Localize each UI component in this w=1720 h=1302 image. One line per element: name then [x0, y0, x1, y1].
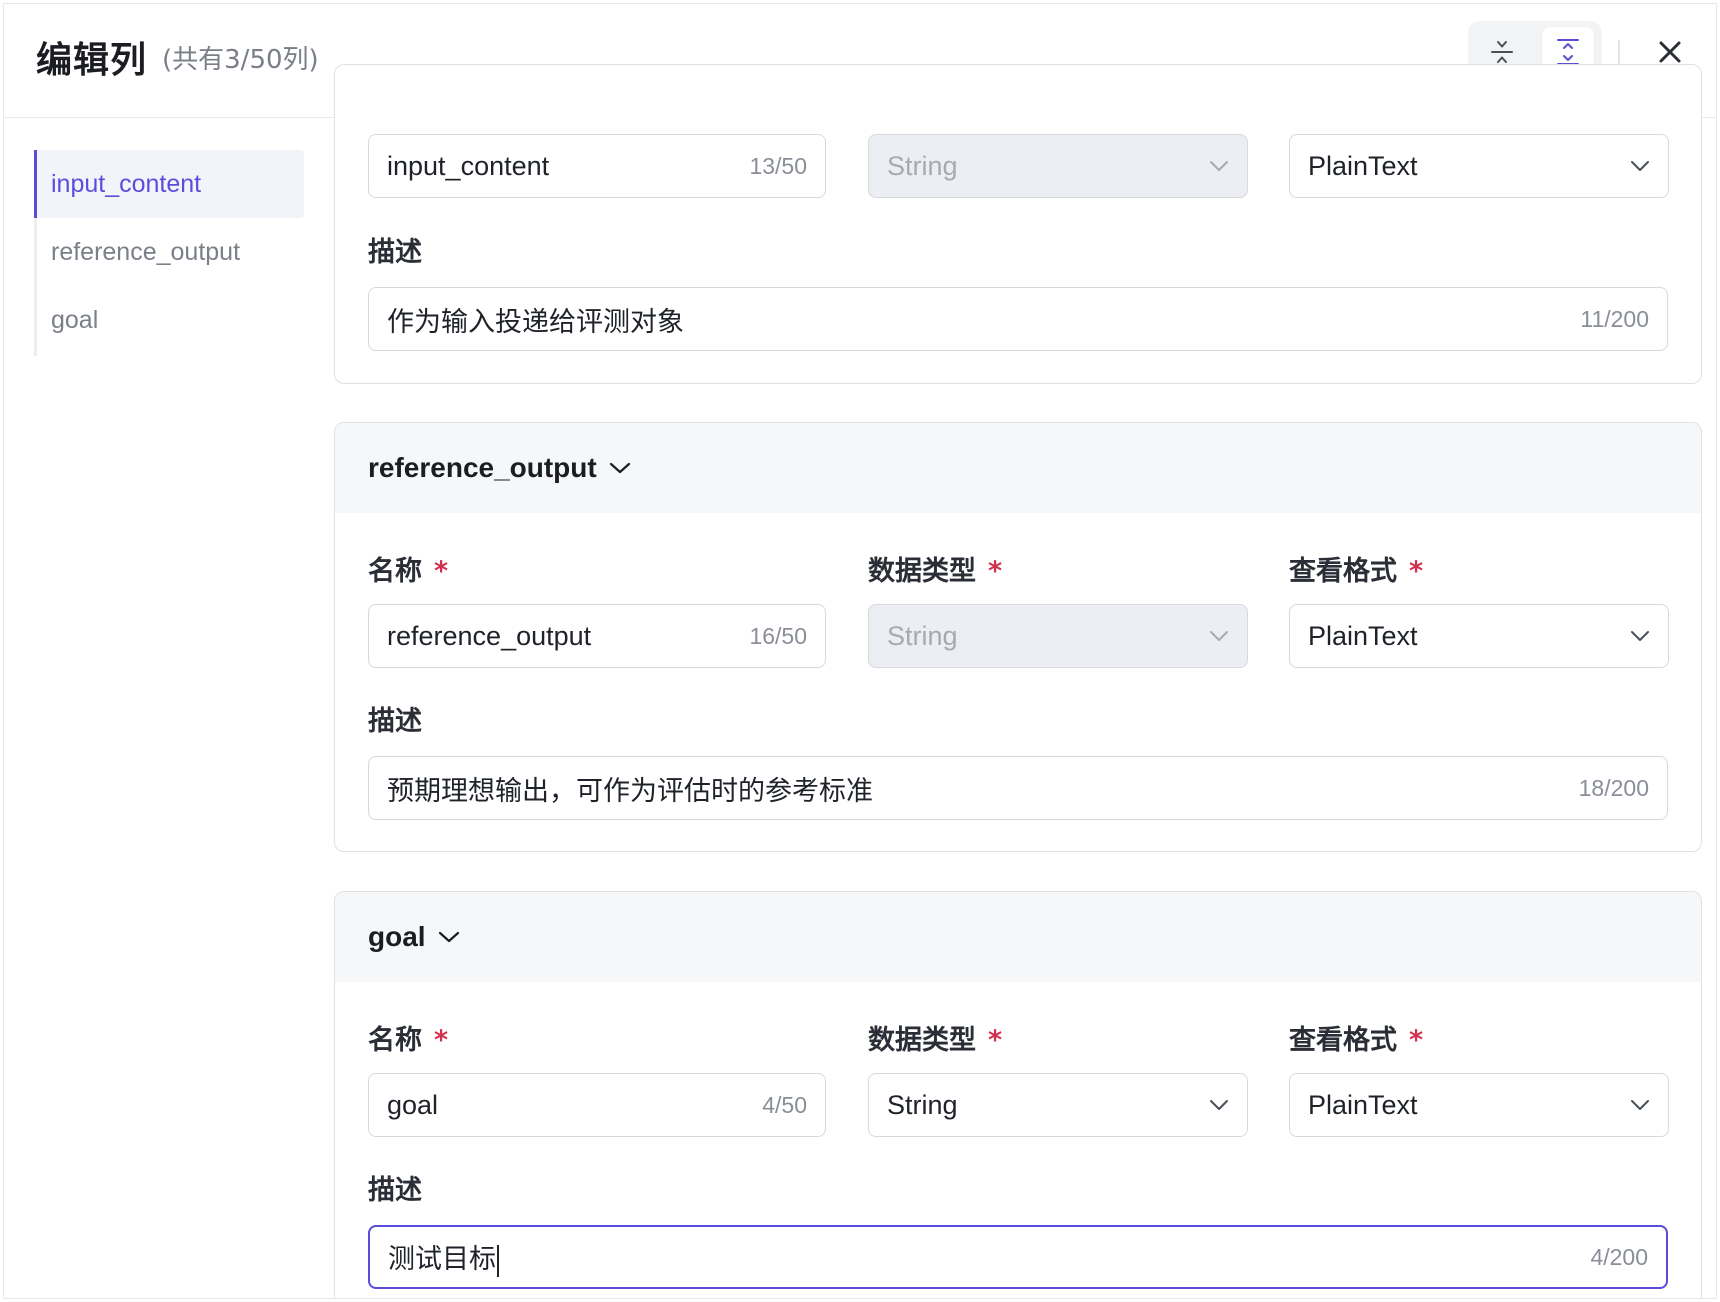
view-format-select[interactable]: PlainText	[1289, 604, 1669, 668]
description-value: 测试目标	[388, 1244, 496, 1276]
view-format-value: PlainText	[1308, 620, 1418, 651]
char-count: 4/50	[762, 1091, 807, 1118]
data-type-label-text: 数据类型	[868, 556, 976, 587]
required-mark: *	[988, 556, 1003, 587]
card-title: goal	[368, 921, 426, 952]
data-type-value: String	[887, 150, 958, 181]
close-icon	[1659, 41, 1681, 63]
column-card-reference-output: reference_output 名称 * 数据类型 * 查看格式 * referen…	[334, 422, 1702, 852]
char-count: 18/200	[1578, 774, 1649, 801]
data-type-value: String	[887, 1089, 958, 1120]
chevron-down-icon	[1630, 1099, 1650, 1111]
char-count: 4/200	[1590, 1243, 1648, 1270]
description-input[interactable]: 测试目标 4/200	[368, 1225, 1668, 1289]
required-mark: *	[434, 556, 449, 587]
description-label: 描述	[368, 1175, 422, 1206]
data-type-label-text: 数据类型	[868, 1025, 976, 1056]
required-mark: *	[1409, 1025, 1424, 1056]
chevron-down-icon	[609, 461, 631, 475]
column-count: (共有3/50列)	[162, 45, 319, 75]
description-input[interactable]: 预期理想输出，可作为评估时的参考标准 18/200	[368, 756, 1668, 820]
view-format-label-text: 查看格式	[1289, 1025, 1397, 1056]
data-type-select[interactable]: String	[868, 604, 1248, 668]
chevron-down-icon	[1209, 630, 1229, 642]
view-format-label: 查看格式 *	[1289, 549, 1423, 588]
name-value: reference_output	[387, 620, 592, 651]
name-value: goal	[387, 1089, 439, 1120]
description-value-wrap: 测试目标	[388, 1237, 1580, 1277]
edit-columns-dialog: 编辑列 (共有3/50列) input_content reference_ou…	[3, 3, 1717, 1299]
view-format-label: 查看格式 *	[1289, 1018, 1423, 1057]
view-format-select[interactable]: PlainText	[1289, 1073, 1669, 1137]
data-type-value: String	[887, 620, 958, 651]
view-format-label-text: 查看格式	[1289, 556, 1397, 587]
card-title: reference_output	[368, 452, 597, 483]
description-value: 预期理想输出，可作为评估时的参考标准	[387, 775, 873, 807]
chevron-down-icon	[1209, 1099, 1229, 1111]
view-format-value: PlainText	[1308, 1089, 1418, 1120]
nav-item-reference-output[interactable]: reference_output	[34, 218, 304, 286]
expand-all-icon	[1557, 39, 1579, 65]
description-label: 描述	[368, 237, 422, 268]
required-mark: *	[434, 1025, 449, 1056]
dialog-title: 编辑列	[36, 40, 148, 81]
name-input[interactable]: input_content 13/50	[368, 134, 826, 198]
text-caret	[497, 1244, 499, 1277]
char-count: 11/200	[1580, 305, 1649, 332]
char-count: 13/50	[749, 152, 807, 179]
data-type-label: 数据类型 *	[868, 1018, 1002, 1057]
card-header[interactable]: reference_output	[335, 423, 1701, 513]
header-divider	[1618, 40, 1620, 66]
data-type-label: 数据类型 *	[868, 549, 1002, 588]
chevron-down-icon	[1209, 160, 1229, 172]
required-mark: *	[988, 1025, 1003, 1056]
name-label-text: 名称	[368, 1025, 422, 1056]
name-value: input_content	[387, 150, 550, 181]
name-input[interactable]: reference_output 16/50	[368, 604, 826, 668]
name-label: 名称 *	[368, 1018, 448, 1057]
char-count: 16/50	[749, 622, 807, 649]
description-value: 作为输入投递给评测对象	[387, 306, 684, 338]
required-mark: *	[1409, 556, 1424, 587]
name-input[interactable]: goal 4/50	[368, 1073, 826, 1137]
view-format-select[interactable]: PlainText	[1289, 134, 1669, 198]
name-label: 名称 *	[368, 549, 448, 588]
column-anchor-nav: input_content reference_output goal	[34, 150, 304, 356]
view-format-value: PlainText	[1308, 150, 1418, 181]
chevron-down-icon	[1630, 630, 1650, 642]
data-type-select[interactable]: String	[868, 134, 1248, 198]
nav-item-goal[interactable]: goal	[34, 286, 304, 354]
description-label: 描述	[368, 706, 422, 737]
chevron-down-icon	[1630, 160, 1650, 172]
column-card-goal: goal 名称 * 数据类型 * 查看格式 * goal 4/50 String Pl…	[334, 891, 1702, 1298]
card-header[interactable]: goal	[335, 892, 1701, 982]
name-label-text: 名称	[368, 556, 422, 587]
description-input[interactable]: 作为输入投递给评测对象 11/200	[368, 287, 1668, 351]
nav-item-input-content[interactable]: input_content	[34, 150, 304, 218]
collapse-all-icon	[1491, 41, 1513, 63]
data-type-select[interactable]: String	[868, 1073, 1248, 1137]
chevron-down-icon	[438, 930, 460, 944]
column-card-input-content: input_content 13/50 String PlainText 描述 …	[334, 64, 1702, 384]
